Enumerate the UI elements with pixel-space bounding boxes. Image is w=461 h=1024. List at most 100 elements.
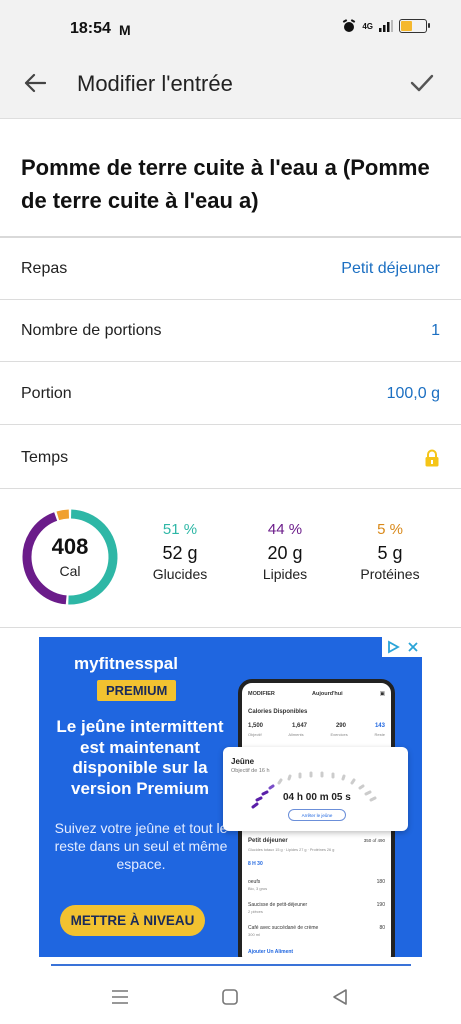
- portion-value[interactable]: 100,0 g: [387, 385, 440, 403]
- phone-item-1-cal: 180: [376, 879, 385, 885]
- phone-item-3: Café avec succédané de crème 80: [248, 925, 385, 931]
- close-icon[interactable]: [407, 641, 419, 653]
- calorie-value: 408: [51, 534, 89, 559]
- ad-subtext: Suivez votre jeûne et tout le reste dans…: [54, 820, 228, 872]
- phone-calendar-icon: ▣: [379, 691, 385, 697]
- nav-menu-button[interactable]: [109, 986, 131, 1008]
- ad-headline: Le jeûne intermittent est maintenant dis…: [56, 717, 224, 798]
- phone-cal-goal: 1,500: [248, 723, 264, 729]
- system-nav-bar: [0, 970, 461, 1024]
- macro-carbs: 51 % 52 g Glucides: [135, 521, 225, 582]
- status-time: 18:54: [70, 20, 111, 37]
- ad-banner[interactable]: myfitnesspal PREMIUM Le jeûne intermitte…: [39, 637, 422, 957]
- phone-item-1: oeufs 180: [248, 879, 385, 885]
- time-row[interactable]: Temps: [0, 427, 461, 489]
- protein-name: Protéines: [360, 566, 420, 582]
- phone-cal-exercise: 290: [335, 723, 346, 729]
- phone-cal-food: 1,647: [291, 723, 307, 729]
- phone-item-3-name: Café avec succédané de crème: [248, 925, 319, 931]
- bottom-indicator-line: [51, 964, 411, 966]
- servings-value[interactable]: 1: [431, 322, 440, 340]
- servings-label: Nombre de portions: [21, 321, 162, 339]
- home-square-icon: [222, 989, 238, 1005]
- phone-item-2-detail: 2 pièces: [248, 909, 263, 914]
- phone-cal-label-goal: Objectif: [248, 732, 262, 737]
- phone-cal-label-exercise: Exercices: [330, 732, 348, 737]
- save-button[interactable]: [405, 66, 439, 100]
- ad-premium-badge: PREMIUM: [97, 680, 177, 701]
- calorie-ring: 408 Cal: [21, 508, 119, 606]
- back-triangle-icon: [333, 989, 347, 1005]
- phone-header: MODIFIER Aujourd'hui ▣: [248, 691, 385, 697]
- phone-cal-label-food: Aliments: [288, 732, 304, 737]
- status-icons: 4G: [342, 19, 430, 33]
- carbs-name: Glucides: [152, 566, 208, 582]
- adchoices-icon[interactable]: [386, 640, 400, 654]
- lock-icon[interactable]: [424, 449, 440, 467]
- phone-item-1-detail: Bio, 3 gros: [248, 886, 268, 891]
- servings-row[interactable]: Nombre de portions 1: [0, 300, 461, 362]
- phone-item-2-cal: 190: [376, 902, 385, 908]
- phone-add-food: Ajouter Un Aliment: [248, 949, 294, 955]
- page-title: Modifier l'entrée: [77, 71, 233, 96]
- phone-item-3-detail: 300 ml: [248, 932, 261, 937]
- phone-meal-total: 350 of 490: [363, 838, 385, 843]
- protein-value: 5 g: [377, 543, 403, 563]
- ad-fasting-card: Jeûne Objectif de 16 h 04 h 00 m 05 s Ar…: [223, 747, 408, 831]
- macro-protein: 5 % 5 g Protéines: [345, 521, 435, 582]
- network-label: 4G: [362, 21, 373, 31]
- phone-calories-title: Calories Disponibles: [248, 709, 308, 715]
- meal-label: Repas: [21, 259, 68, 277]
- alarm-icon: [343, 19, 356, 32]
- app-bar: Modifier l'entrée: [0, 46, 461, 119]
- phone-meal-time: 8 H 30: [248, 861, 263, 867]
- time-label: Temps: [21, 448, 69, 466]
- food-title: Pomme de terre cuite à l'eau a (Pomme de…: [21, 155, 430, 213]
- status-bar: 18:54 M 4G: [0, 0, 461, 46]
- nutrition-summary: 408 Cal 51 % 52 g Glucides 44 % 20 g Lip…: [0, 490, 461, 628]
- ad-brand-logo: myfitnesspal: [74, 654, 178, 673]
- check-icon: [410, 74, 434, 92]
- portion-row[interactable]: Portion 100,0 g: [0, 363, 461, 425]
- fat-pct: 44 %: [267, 521, 303, 538]
- phone-cal-label-remaining: Reste: [374, 732, 385, 737]
- portion-label: Portion: [21, 384, 72, 402]
- phone-item-2: Saucisse de petit-déjeuner 190: [248, 902, 385, 908]
- signal-icon: [379, 20, 393, 32]
- fast-timer: 04 h 00 m 05 s: [283, 792, 351, 803]
- phone-cal-remaining: 143: [374, 723, 385, 729]
- mail-icon: M: [119, 22, 131, 38]
- fat-value: 20 g: [267, 543, 303, 563]
- menu-icon: [112, 990, 128, 1004]
- phone-cal-values: 1,500 1,647 290 143: [248, 723, 385, 729]
- fat-name: Lipides: [262, 566, 308, 582]
- phone-header-center: Aujourd'hui: [312, 691, 343, 697]
- phone-header-left: MODIFIER: [248, 691, 275, 697]
- phone-meal-header: Petit déjeuner 350 of 490: [248, 838, 385, 844]
- phone-item-1-name: oeufs: [248, 879, 261, 885]
- calorie-ring-text: 408 Cal: [21, 508, 119, 606]
- phone-meal-sub: Glucides totaux 15 g · Lipides 27 g · Pr…: [248, 848, 335, 852]
- calorie-unit: Cal: [59, 563, 81, 579]
- arrow-left-icon: [24, 73, 46, 93]
- battery-level: [401, 21, 412, 31]
- phone-cal-labels: Objectif Aliments Exercices Reste: [248, 732, 385, 737]
- fast-title: Jeûne: [231, 757, 255, 766]
- phone-item-2-name: Saucisse de petit-déjeuner: [248, 902, 308, 908]
- nav-home-button[interactable]: [219, 986, 241, 1008]
- carbs-pct: 51 %: [162, 521, 198, 538]
- carbs-value: 52 g: [162, 543, 198, 563]
- ad-upgrade-button[interactable]: METTRE À NIVEAU: [60, 905, 205, 936]
- macro-fat: 44 % 20 g Lipides: [240, 521, 330, 582]
- nav-back-button[interactable]: [329, 986, 351, 1008]
- protein-pct: 5 %: [377, 521, 403, 538]
- fast-progress-arc: [251, 771, 377, 809]
- meal-row[interactable]: Repas Petit déjeuner: [0, 238, 461, 300]
- back-button[interactable]: [18, 66, 52, 100]
- phone-meal-title: Petit déjeuner: [248, 838, 288, 844]
- fast-stop-button: Arrêter le jeûne: [288, 809, 346, 821]
- meal-value[interactable]: Petit déjeuner: [341, 260, 440, 278]
- phone-item-3-cal: 80: [379, 925, 385, 931]
- battery-icon: [399, 19, 430, 33]
- ad-choices[interactable]: [382, 637, 422, 657]
